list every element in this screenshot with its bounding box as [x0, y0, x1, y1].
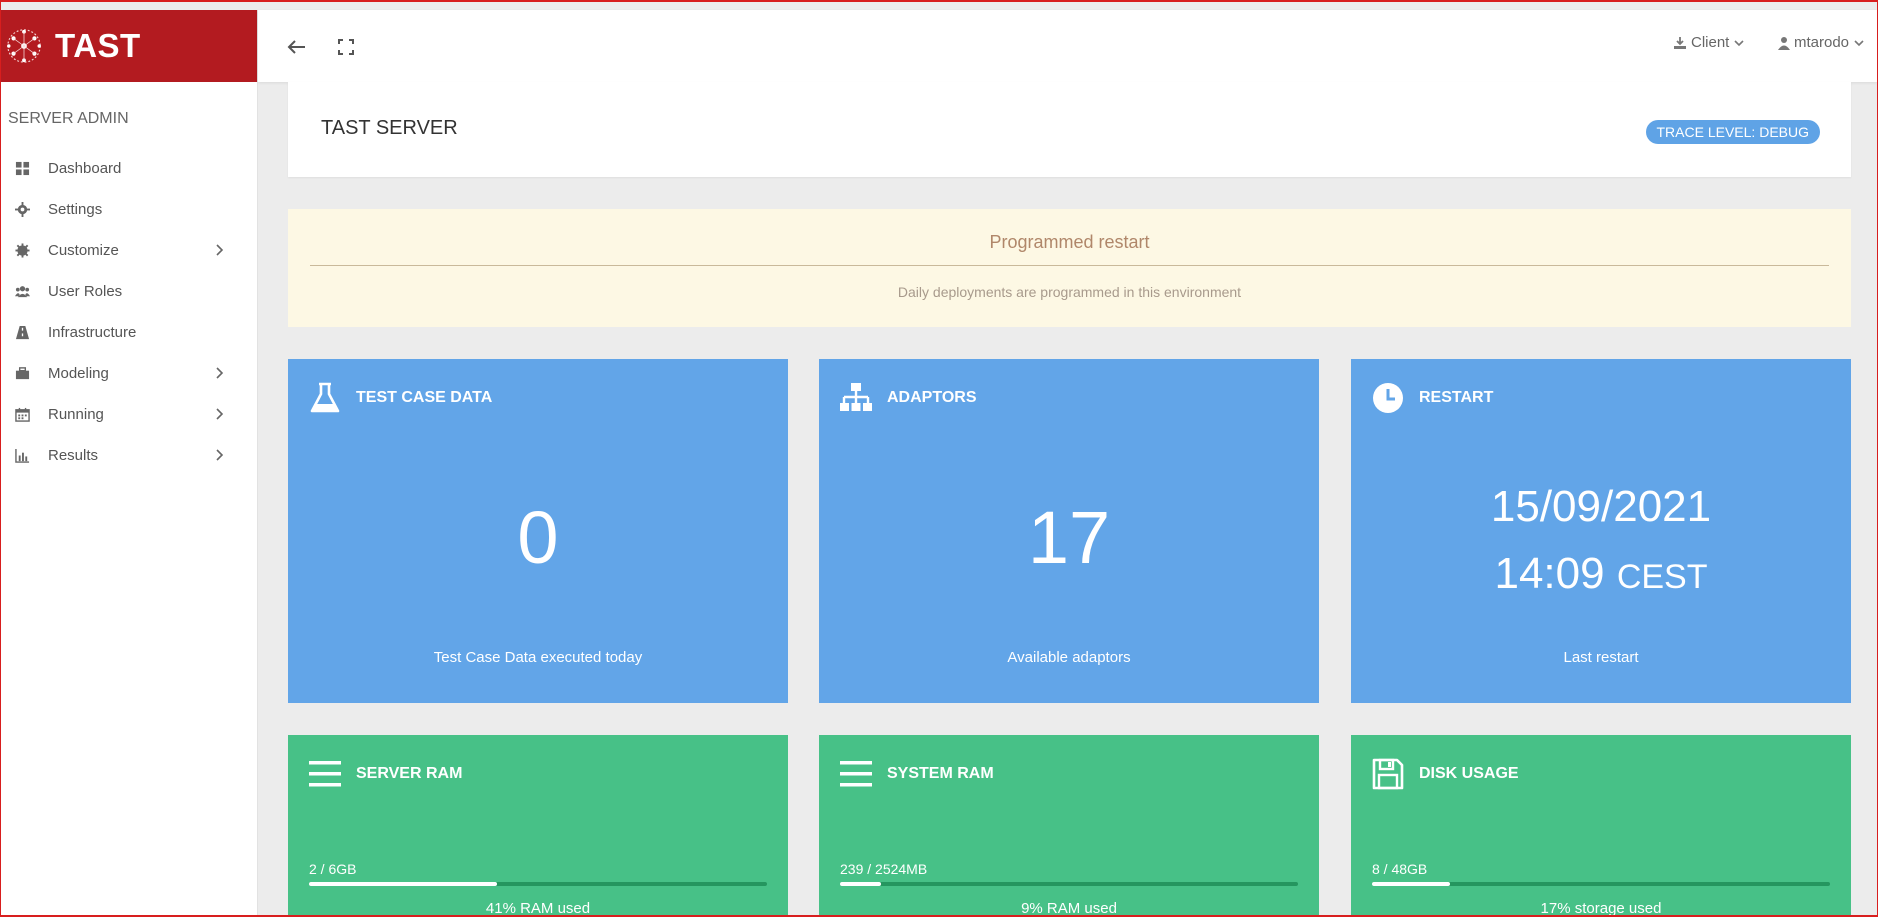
test-case-count: 0	[517, 496, 559, 579]
chevron-right-icon	[216, 367, 224, 379]
bars-icon	[840, 761, 872, 787]
sidebar-nav: Dashboard Settings Customize User Roles …	[1, 148, 257, 476]
user-icon	[1778, 36, 1790, 50]
sidebar-item-label: Customize	[48, 242, 119, 259]
usage-footer: 17% storage used	[1540, 900, 1662, 917]
flask-icon	[310, 382, 340, 413]
server-ram-card: SERVER RAM 2 / 6GB 41% RAM used	[288, 735, 788, 917]
usage-progress-bar	[309, 882, 767, 886]
test-case-data-card: TEST CASE DATA 0 Test Case Data executed…	[288, 359, 788, 703]
bars-icon	[309, 761, 341, 787]
sidebar-item-user-roles[interactable]: User Roles	[1, 271, 257, 312]
clock-icon	[1373, 383, 1403, 413]
usage-label: 239 / 2524MB	[840, 861, 928, 877]
users-icon	[14, 284, 30, 300]
app-frame: TAST SERVER ADMIN Dashboard Settings Cus	[0, 0, 1878, 917]
sidebar-item-label: Infrastructure	[48, 324, 137, 341]
usage-footer: 41% RAM used	[485, 900, 591, 917]
user-menu[interactable]: mtarodo	[1778, 34, 1868, 51]
usage-footer: 9% RAM used	[1021, 900, 1117, 917]
cog-burst-icon	[14, 243, 30, 259]
restart-time-row: 14:09 CEST	[1351, 552, 1851, 596]
disk-usage-card: DISK USAGE 8 / 48GB 17% storage used	[1351, 735, 1851, 917]
server-header-panel: TAST SERVER TRACE LEVEL: DEBUG	[288, 82, 1851, 177]
sidebar-item-label: Modeling	[48, 365, 109, 382]
card-title: SERVER RAM	[356, 765, 463, 782]
usage-progress-fill	[309, 882, 497, 886]
back-arrow-icon[interactable]	[286, 36, 308, 58]
client-menu[interactable]: Client	[1673, 34, 1748, 51]
restart-time: 14:09	[1494, 549, 1605, 598]
dashboard-icon	[14, 161, 30, 177]
card-footer: Available adaptors	[1007, 649, 1131, 666]
sidebar-item-label: Settings	[48, 201, 103, 218]
top-bar: Client mtarodo	[258, 10, 1877, 82]
card-title: DISK USAGE	[1419, 765, 1519, 782]
sidebar-item-modeling[interactable]: Modeling	[1, 353, 257, 394]
alert-text: Daily deployments are programmed in this…	[897, 284, 1242, 300]
sidebar-item-label: Running	[48, 406, 104, 423]
sidebar-item-label: Dashboard	[48, 160, 122, 177]
brand-header[interactable]: TAST	[1, 10, 257, 82]
card-title: RESTART	[1419, 389, 1494, 406]
usage-progress-fill	[1372, 882, 1450, 886]
sidebar-section-title: SERVER ADMIN	[8, 110, 129, 127]
adaptors-count: 17	[1027, 496, 1111, 579]
usage-progress-bar	[1372, 882, 1830, 886]
page-title: TAST SERVER	[321, 117, 458, 139]
fullscreen-icon[interactable]	[335, 36, 357, 58]
chevron-right-icon	[216, 408, 224, 420]
restart-date: 15/09/2021	[1490, 482, 1712, 531]
card-footer: Last restart	[1563, 649, 1639, 666]
chevron-down-icon	[1734, 39, 1744, 46]
sitemap-icon	[840, 383, 872, 411]
usage-label: 8 / 48GB	[1372, 861, 1428, 877]
sidebar-item-running[interactable]: Running	[1, 394, 257, 435]
sidebar-item-results[interactable]: Results	[1, 435, 257, 476]
system-ram-card: SYSTEM RAM 239 / 2524MB 9% RAM used	[819, 735, 1319, 917]
adaptors-card: ADAPTORS 17 Available adaptors	[819, 359, 1319, 703]
card-title: TEST CASE DATA	[356, 389, 493, 406]
trace-level-badge: TRACE LEVEL: DEBUG	[1645, 120, 1820, 144]
sidebar-item-settings[interactable]: Settings	[1, 189, 257, 230]
sidebar-item-label: User Roles	[48, 283, 123, 300]
alert-title: Programmed restart	[989, 232, 1150, 252]
restart-card: RESTART 15/09/2021 14:09 CEST Last resta…	[1351, 359, 1851, 703]
download-icon	[1674, 36, 1686, 49]
sidebar-item-infrastructure[interactable]: Infrastructure	[1, 312, 257, 353]
chevron-down-icon	[1854, 39, 1864, 46]
sidebar-item-dashboard[interactable]: Dashboard	[1, 148, 257, 189]
user-menu-label: mtarodo	[1794, 34, 1850, 51]
brand-name: TAST	[55, 27, 141, 64]
card-title: SYSTEM RAM	[887, 765, 994, 782]
tast-logo-icon	[7, 29, 41, 63]
chevron-right-icon	[216, 449, 224, 461]
usage-label: 2 / 6GB	[309, 861, 357, 877]
chevron-right-icon	[216, 244, 224, 256]
gear-icon	[14, 202, 30, 218]
usage-progress-bar	[840, 882, 1298, 886]
card-footer: Test Case Data executed today	[433, 649, 643, 666]
briefcase-icon	[14, 366, 30, 382]
sidebar: TAST SERVER ADMIN Dashboard Settings Cus	[1, 10, 258, 915]
alert-divider	[310, 265, 1829, 266]
bar-chart-icon	[14, 448, 30, 464]
calendar-icon	[14, 407, 30, 423]
road-icon	[14, 325, 30, 341]
restart-alert: Programmed restart Daily deployments are…	[288, 209, 1851, 327]
sidebar-item-label: Results	[48, 447, 99, 464]
restart-timezone: CEST	[1616, 558, 1708, 596]
sidebar-item-customize[interactable]: Customize	[1, 230, 257, 271]
client-menu-label: Client	[1691, 34, 1730, 51]
usage-progress-fill	[840, 882, 882, 886]
card-title: ADAPTORS	[887, 389, 977, 406]
floppy-disk-icon	[1372, 758, 1404, 790]
